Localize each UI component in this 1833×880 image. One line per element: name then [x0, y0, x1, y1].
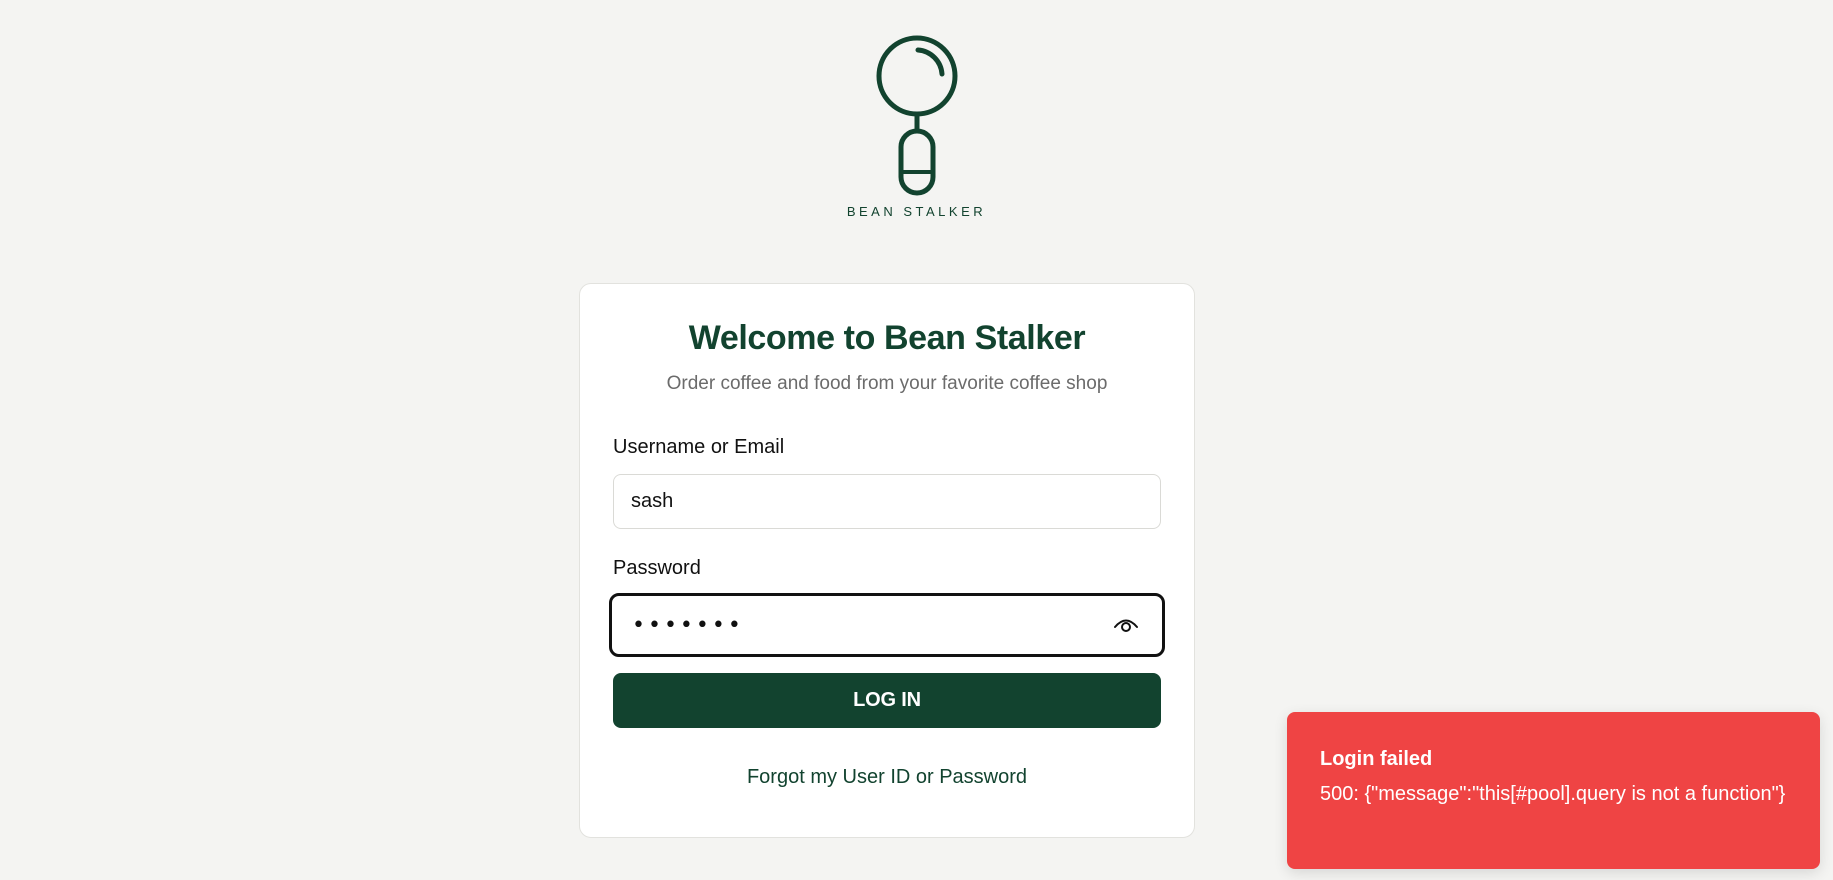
- page-title: Welcome to Bean Stalker: [688, 319, 1086, 357]
- page-subtitle: Order coffee and food from your favorite…: [666, 373, 1108, 394]
- login-card: Welcome to Bean Stalker Order coffee and…: [579, 283, 1195, 838]
- coffee-portafilter-icon: [876, 35, 957, 196]
- login-button[interactable]: LOG IN: [613, 673, 1161, 728]
- toast-message: 500: {"message":"this[#pool].query is no…: [1320, 783, 1786, 805]
- password-value: •••••••: [632, 612, 744, 638]
- brand-logo: BEAN STALKER: [0, 34, 1833, 219]
- forgot-credentials-link[interactable]: Forgot my User ID or Password: [580, 766, 1194, 789]
- toast-title: Login failed: [1320, 748, 1433, 770]
- password-input[interactable]: •••••••: [609, 593, 1165, 657]
- username-label: Username or Email: [613, 436, 785, 458]
- error-toast: Login failed 500: {"message":"this[#pool…: [1287, 712, 1820, 869]
- password-label: Password: [613, 557, 701, 579]
- eye-icon[interactable]: [1112, 614, 1140, 636]
- brand-name: BEAN STALKER: [846, 204, 987, 219]
- username-input[interactable]: sash: [613, 474, 1161, 529]
- username-value: sash: [631, 490, 674, 512]
